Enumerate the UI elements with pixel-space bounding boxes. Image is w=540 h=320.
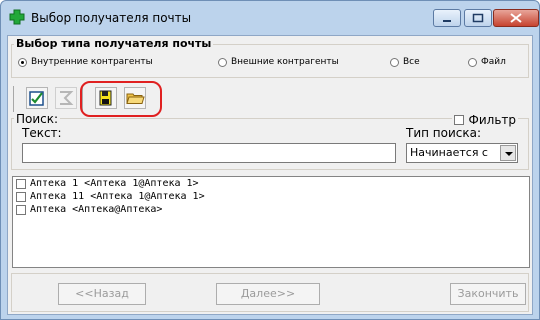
list-item-checkbox[interactable] (16, 191, 26, 202)
list-item-label: Аптека 11 <Аптека 1@Аптека 1> (30, 191, 205, 202)
list-item-label: Аптека <Аптека@Аптека> (30, 204, 163, 215)
clear-selection-button[interactable] (55, 87, 77, 109)
list-item-label: Аптека 1 <Аптека 1@Аптека 1> (30, 178, 199, 189)
radio-file[interactable]: Файл (468, 57, 506, 67)
close-icon (510, 13, 522, 23)
window-title: Выбор получателя почты (31, 11, 192, 25)
radio-label: Файл (481, 57, 506, 67)
recipient-list[interactable]: Аптека 1 <Аптека 1@Аптека 1> Аптека 11 <… (12, 176, 530, 268)
list-item[interactable]: Аптека <Аптека@Аптека> (13, 203, 529, 216)
radio-circle[interactable] (18, 57, 27, 67)
radio-circle[interactable] (468, 57, 477, 67)
dialog-client-area: Выбор типа получателя почты Внутренние к… (7, 35, 533, 315)
clear-selection-icon (60, 91, 74, 105)
list-item-checkbox[interactable] (16, 178, 26, 189)
minimize-button[interactable] (433, 9, 461, 27)
radio-label: Все (403, 57, 420, 67)
search-title: Поиск: (14, 112, 61, 126)
search-type-value: Начинается с (410, 146, 488, 159)
close-button[interactable] (493, 9, 539, 27)
radio-circle[interactable] (390, 57, 399, 67)
radio-label: Внешние контрагенты (231, 57, 339, 67)
recipient-type-group: Выбор типа получателя почты Внутренние к… (11, 37, 529, 78)
text-label: Текст: (22, 126, 62, 140)
search-text-field[interactable] (22, 143, 396, 163)
list-item-checkbox[interactable] (16, 204, 26, 215)
dialog-window: Выбор получателя почты Выбор типа получа… (0, 0, 540, 320)
check-all-button[interactable] (26, 87, 48, 109)
radio-external[interactable]: Внешние контрагенты (218, 57, 339, 67)
green-cross-icon (9, 9, 25, 25)
chevron-down-icon[interactable] (500, 145, 516, 161)
filter-label: Фильтр (468, 113, 516, 127)
minimize-icon (443, 20, 451, 22)
radio-circle[interactable] (218, 57, 227, 67)
list-item[interactable]: Аптека 11 <Аптека 1@Аптека 1> (13, 190, 529, 203)
back-button[interactable]: <<Назад (58, 283, 146, 305)
list-item[interactable]: Аптека 1 <Аптека 1@Аптека 1> (13, 177, 529, 190)
radio-internal[interactable]: Внутренние контрагенты (18, 57, 153, 67)
recipient-type-title: Выбор типа получателя почты (14, 37, 214, 50)
search-type-label: Тип поиска: (406, 126, 482, 140)
toolbar-highlight-annotation (80, 81, 162, 117)
next-button[interactable]: Далее>> (216, 283, 320, 305)
check-all-icon (29, 91, 44, 106)
toolbar-separator (13, 86, 14, 112)
radio-all[interactable]: Все (390, 57, 420, 67)
finish-button[interactable]: Закончить (450, 283, 526, 305)
filter-checkbox-box[interactable] (453, 115, 464, 125)
title-bar[interactable]: Выбор получателя почты (1, 1, 539, 35)
filter-checkbox[interactable]: Фильтр (451, 113, 518, 127)
search-type-select[interactable]: Начинается с (406, 143, 518, 163)
maximize-icon (472, 13, 484, 23)
search-group: Поиск: Фильтр Текст: Тип поиска: Начинае… (11, 112, 529, 170)
radio-label: Внутренние контрагенты (31, 57, 153, 67)
maximize-button[interactable] (464, 9, 492, 27)
